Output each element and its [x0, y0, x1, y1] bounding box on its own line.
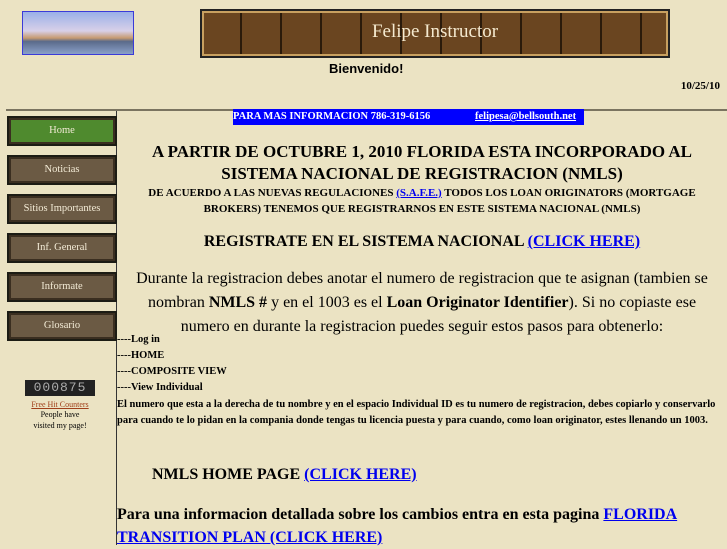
hit-counter-link[interactable]: Free Hit Counters: [0, 400, 120, 409]
date-text: 10/25/10: [680, 80, 720, 92]
nav-home[interactable]: Home: [7, 116, 117, 146]
nmls-text: NMLS HOME PAGE: [152, 466, 305, 483]
nmls-link[interactable]: (CLICK HERE): [304, 466, 416, 483]
final-text: Para una informacion detallada sobre los…: [117, 506, 604, 523]
step-item: ----COMPOSITE VIEW: [117, 366, 227, 377]
welcome-text: Bienvenido!: [329, 61, 404, 76]
register-heading: REGISTRATE EN EL SISTEMA NACIONAL (CLICK…: [117, 233, 727, 251]
final-paragraph: Para una informacion detallada sobre los…: [117, 503, 717, 549]
register-link[interactable]: (CLICK HERE): [528, 233, 640, 250]
city-skyline-image: [22, 11, 134, 55]
nav-informate[interactable]: Informate: [7, 272, 117, 302]
nav-glosario[interactable]: Glosario: [7, 311, 117, 341]
hit-counter: 000875: [25, 380, 95, 396]
regulation-pre: DE ACUERDO A LAS NUEVAS REGULACIONES: [148, 187, 397, 199]
para-text: y en el 1003 es el: [267, 294, 387, 311]
info-bar: PARA MAS INFORMACION 786-319-6156 felipes…: [233, 109, 584, 125]
nmls-term: NMLS #: [208, 294, 268, 311]
counter-caption-1: People have: [40, 410, 80, 419]
title-banner: Felipe Instructor: [200, 9, 670, 58]
loan-originator-term: Loan Originator Identifier: [386, 294, 569, 311]
counter-caption-2: visited my page!: [33, 421, 87, 430]
step-item: ----Log in: [117, 334, 160, 345]
step-item: ----HOME: [117, 350, 165, 361]
registration-paragraph: Durante la registracion debes anotar el …: [117, 267, 727, 339]
nav-inf-general[interactable]: Inf. General: [7, 233, 117, 263]
site-title: Felipe Instructor: [371, 21, 499, 42]
safe-link[interactable]: (S.A.F.E.): [396, 187, 441, 199]
nav-noticias[interactable]: Noticias: [7, 155, 117, 185]
regulation-text: DE ACUERDO A LAS NUEVAS REGULACIONES (S.…: [117, 185, 727, 217]
info-phone: PARA MAS INFORMACION 786-319-6156: [233, 111, 431, 122]
nav-sitios-importantes[interactable]: Sitios Importantes: [7, 194, 117, 224]
nmls-heading: NMLS HOME PAGE (CLICK HERE): [152, 466, 417, 484]
headline: A PARTIR DE OCTUBRE 1, 2010 FLORIDA ESTA…: [151, 142, 692, 183]
explanation-text: El numero que esta a la derecha de tu no…: [117, 399, 716, 426]
step-item: ----View Individual: [117, 382, 203, 393]
register-text: REGISTRATE EN EL SISTEMA NACIONAL: [203, 233, 528, 250]
email-link[interactable]: felipesa@bellsouth.net: [475, 109, 576, 125]
